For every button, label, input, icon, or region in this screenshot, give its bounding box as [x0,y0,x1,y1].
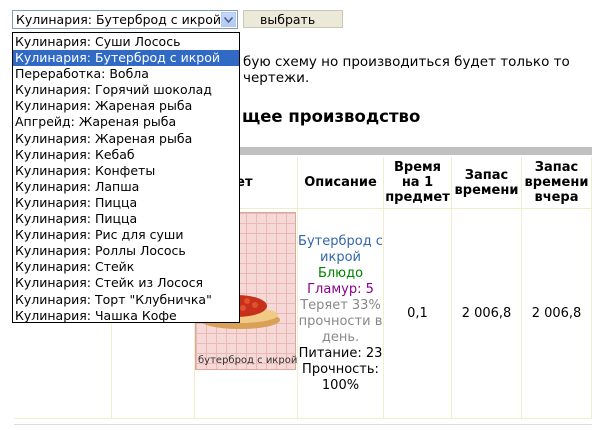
item-glamour: Гламур: 5 [307,281,374,297]
dropdown-option[interactable]: Кулинария: Роллы Лосось [13,243,239,259]
dropdown-option[interactable]: Кулинария: Пицца [13,211,239,227]
dropdown-option[interactable]: Кулинария: Суши Лосось [13,34,239,50]
header-time-per-item: Время на 1 предмет [384,157,452,209]
choose-button[interactable]: выбрать [243,10,343,28]
recipe-select[interactable]: Кулинария: Бутерброд с икрой [12,10,238,29]
header-time-stock: Запас времени [452,157,522,209]
table-bottom-border [14,424,592,425]
description-text-line-1: бую схему но производиться будет только … [243,54,570,70]
dropdown-option[interactable]: Кулинария: Кебаб [13,147,239,163]
dropdown-option[interactable]: Кулинария: Бутерброд с икрой [13,50,239,67]
recipe-dropdown-list[interactable]: Кулинария: Суши Лосось Кулинария: Бутербр… [12,32,240,323]
dropdown-option[interactable]: Кулинария: Торт "Клубничка" [13,292,239,308]
item-nutrition: Питание: 23 [298,345,383,361]
chevron-down-icon[interactable] [221,12,236,27]
item-type: Блюдо [317,265,364,281]
dropdown-option[interactable]: Переработка: Вобла [13,66,239,82]
item-decay: Теряет 33% прочности в день. [298,297,383,345]
recipe-select-value: Кулинария: Бутерброд с икрой [16,12,221,27]
row-time-per-item: 0,1 [384,209,452,419]
section-title: щее производство [242,107,421,126]
dropdown-option[interactable]: Кулинария: Стейк [13,259,239,275]
dropdown-option[interactable]: Апгрейд: Жареная рыба [13,114,239,130]
description-text-line-2: чертежи. [243,70,310,86]
item-name-link[interactable]: Бутерброд с икрой [298,234,383,266]
dropdown-option[interactable]: Кулинария: Жареная рыба [13,131,239,147]
dropdown-option[interactable]: Кулинария: Пицца [13,195,239,211]
dropdown-option[interactable]: Кулинария: Рис для суши [13,227,239,243]
dropdown-option[interactable]: Кулинария: Лапша [13,179,239,195]
row-time-stock-yesterday: 2 006,8 [522,209,592,419]
dropdown-option[interactable]: Кулинария: Чашка Кофе [13,308,239,324]
dropdown-option[interactable]: Кулинария: Конфеты [13,163,239,179]
dropdown-option[interactable]: Кулинария: Жареная рыба [13,98,239,114]
item-durability: Прочность: 100% [302,361,379,393]
row-cell-description: Бутерброд с икрой Блюдо Гламур: 5 Теряет… [298,209,384,419]
row-time-stock: 2 006,8 [452,209,522,419]
dropdown-option[interactable]: Кулинария: Стейк из Лосося [13,275,239,291]
item-image-label: бутерброд с икрой [198,355,298,366]
dropdown-option[interactable]: Кулинария: Горячий шоколад [13,82,239,98]
header-description: Описание [298,157,384,209]
header-time-stock-yesterday: Запас времени вчера [522,157,592,209]
